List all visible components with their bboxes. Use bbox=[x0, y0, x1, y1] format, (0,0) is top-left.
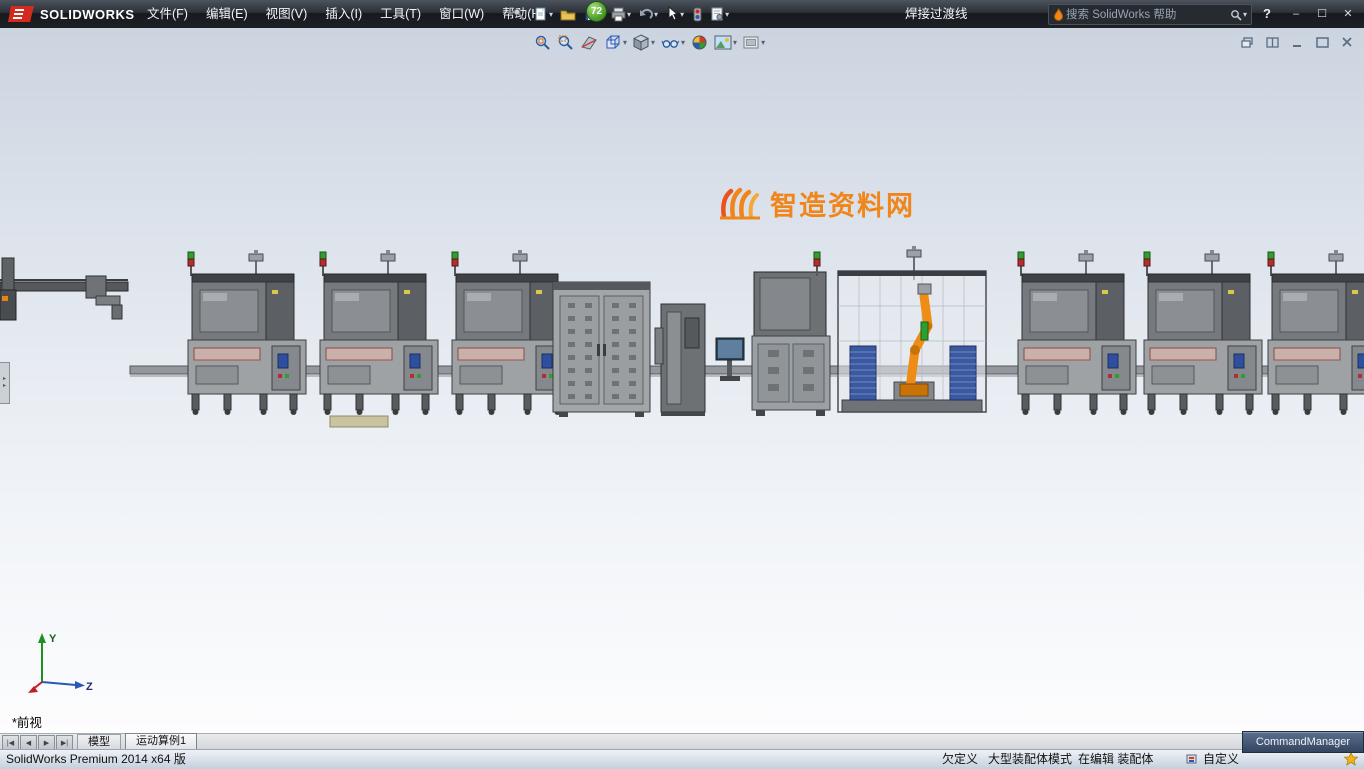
print-button[interactable]: ▾ bbox=[609, 6, 633, 23]
customize-button[interactable]: 自定义 bbox=[1203, 750, 1239, 768]
watermark-text: 智造资料网 bbox=[770, 184, 915, 223]
menu-edit[interactable]: 编辑(E) bbox=[197, 0, 257, 28]
menu-view[interactable]: 视图(V) bbox=[257, 0, 317, 28]
orientation-triad: Y Z bbox=[22, 626, 96, 698]
tag-icon bbox=[1186, 753, 1198, 765]
collapsed-panel-tab[interactable]: ▸ ▸ bbox=[0, 362, 10, 404]
search-caret-icon[interactable]: ▾ bbox=[1243, 10, 1247, 19]
tab-last-button[interactable]: ▶| bbox=[56, 735, 73, 750]
view-heads-up-toolbar: ▾ ▾ ▾ ▾ ▾ bbox=[533, 33, 766, 52]
dropdown-caret-icon[interactable]: ▾ bbox=[680, 10, 684, 19]
search-icon[interactable] bbox=[1230, 9, 1242, 21]
dropdown-caret-icon[interactable]: ▾ bbox=[725, 10, 729, 19]
rebuild-button[interactable] bbox=[689, 6, 705, 23]
star-icon[interactable] bbox=[1344, 752, 1358, 766]
view-orientation-button[interactable]: ▾ bbox=[603, 33, 628, 52]
tab-first-button[interactable]: |◀ bbox=[2, 735, 19, 750]
undo-button[interactable]: ▾ bbox=[636, 6, 660, 23]
watermark-logo-icon bbox=[716, 185, 762, 223]
dropdown-caret-icon[interactable]: ▾ bbox=[761, 38, 765, 47]
view-settings-button[interactable]: ▾ bbox=[742, 34, 766, 51]
viewport[interactable]: 智造资料网 ▸ ▸ Y Z *前视 bbox=[0, 28, 1364, 733]
zoom-to-area-button[interactable] bbox=[556, 33, 575, 52]
close-button[interactable]: ✕ bbox=[1338, 5, 1358, 22]
commandmanager-label[interactable]: CommandManager bbox=[1242, 731, 1364, 753]
flyout-arrow-icon[interactable]: ▸ bbox=[3, 376, 6, 383]
doc-maximize-button[interactable] bbox=[1314, 35, 1331, 49]
edit-appearance-button[interactable] bbox=[690, 33, 709, 52]
standard-toolbar: ▾ ▾ ▾ ▾ ▾ ▾ bbox=[510, 2, 731, 26]
tab-next-button[interactable]: ▶ bbox=[38, 735, 55, 750]
doc-close-button[interactable] bbox=[1339, 35, 1356, 49]
doc-restore-button[interactable] bbox=[1239, 35, 1256, 49]
section-view-button[interactable] bbox=[579, 33, 599, 52]
axis-z-label: Z bbox=[86, 681, 93, 693]
dropdown-caret-icon[interactable]: ▾ bbox=[627, 10, 631, 19]
solidworks-logo: SOLIDWORKS bbox=[0, 0, 143, 28]
tab-model[interactable]: 模型 bbox=[77, 734, 121, 750]
window-controls: – ☐ ✕ bbox=[1286, 5, 1358, 22]
dropdown-caret-icon[interactable]: ▾ bbox=[681, 38, 685, 47]
help-search-box[interactable]: ▾ bbox=[1048, 4, 1252, 25]
tab-navigation: |◀ ◀ ▶ ▶| bbox=[2, 735, 73, 750]
dropdown-caret-icon[interactable]: ▾ bbox=[623, 38, 627, 47]
bottom-tab-strip: |◀ ◀ ▶ ▶| 模型 运动算例1 bbox=[0, 733, 1364, 750]
hide-show-items-button[interactable]: ▾ bbox=[660, 34, 686, 51]
document-title: 焊接过渡线 bbox=[905, 0, 968, 28]
dropdown-caret-icon[interactable]: ▾ bbox=[549, 10, 553, 19]
notification-badge[interactable]: 72 bbox=[586, 1, 607, 22]
doc-minimize-button[interactable] bbox=[1289, 35, 1306, 49]
new-document-button[interactable]: ▾ bbox=[531, 5, 555, 23]
maximize-button[interactable]: ☐ bbox=[1312, 5, 1332, 22]
logo-text: SOLIDWORKS bbox=[40, 7, 135, 22]
menu-file[interactable]: 文件(F) bbox=[138, 0, 197, 28]
search-input[interactable] bbox=[1064, 8, 1230, 22]
assembly-model[interactable] bbox=[0, 28, 1364, 733]
solidworks-logo-mark bbox=[8, 4, 36, 24]
open-button[interactable] bbox=[558, 6, 579, 23]
dropdown-caret-icon[interactable]: ▾ bbox=[733, 38, 737, 47]
menu-window[interactable]: 窗口(W) bbox=[430, 0, 493, 28]
apply-scene-button[interactable]: ▾ bbox=[713, 34, 738, 51]
dropdown-caret-icon[interactable]: ▾ bbox=[651, 38, 655, 47]
dropdown-caret-icon[interactable]: ▾ bbox=[654, 10, 658, 19]
select-button[interactable]: ▾ bbox=[663, 5, 686, 23]
product-version-text: SolidWorks Premium 2014 x64 版 bbox=[6, 750, 186, 768]
editing-status: 在编辑 装配体 bbox=[1078, 750, 1153, 768]
menu-insert[interactable]: 插入(I) bbox=[316, 0, 371, 28]
title-bar: SOLIDWORKS 文件(F) 编辑(E) 视图(V) 插入(I) 工具(T)… bbox=[0, 0, 1364, 28]
help-button[interactable]: ? bbox=[1258, 0, 1276, 28]
tab-prev-button[interactable]: ◀ bbox=[20, 735, 37, 750]
definition-status: 欠定义 bbox=[942, 750, 978, 768]
menu-pin-icon[interactable] bbox=[510, 6, 528, 23]
display-style-button[interactable]: ▾ bbox=[632, 33, 656, 52]
minimize-button[interactable]: – bbox=[1286, 5, 1306, 22]
zoom-to-fit-button[interactable] bbox=[533, 33, 552, 52]
tab-motion-study[interactable]: 运动算例1 bbox=[125, 733, 197, 750]
axis-y-label: Y bbox=[49, 633, 57, 645]
status-bar: SolidWorks Premium 2014 x64 版 欠定义 大型装配体模… bbox=[0, 749, 1364, 769]
assembly-mode-status: 大型装配体模式 bbox=[988, 750, 1072, 768]
flame-icon bbox=[1053, 8, 1064, 21]
menu-tools[interactable]: 工具(T) bbox=[371, 0, 430, 28]
watermark: 智造资料网 bbox=[716, 184, 915, 223]
doc-tile-button[interactable] bbox=[1264, 35, 1281, 49]
flyout-arrow-icon[interactable]: ▸ bbox=[3, 383, 6, 390]
document-window-controls bbox=[1239, 35, 1356, 49]
options-button[interactable]: ▾ bbox=[708, 6, 731, 23]
menu-bar: 文件(F) 编辑(E) 视图(V) 插入(I) 工具(T) 窗口(W) 帮助(H… bbox=[138, 0, 554, 28]
view-orientation-label: *前视 bbox=[12, 712, 42, 731]
